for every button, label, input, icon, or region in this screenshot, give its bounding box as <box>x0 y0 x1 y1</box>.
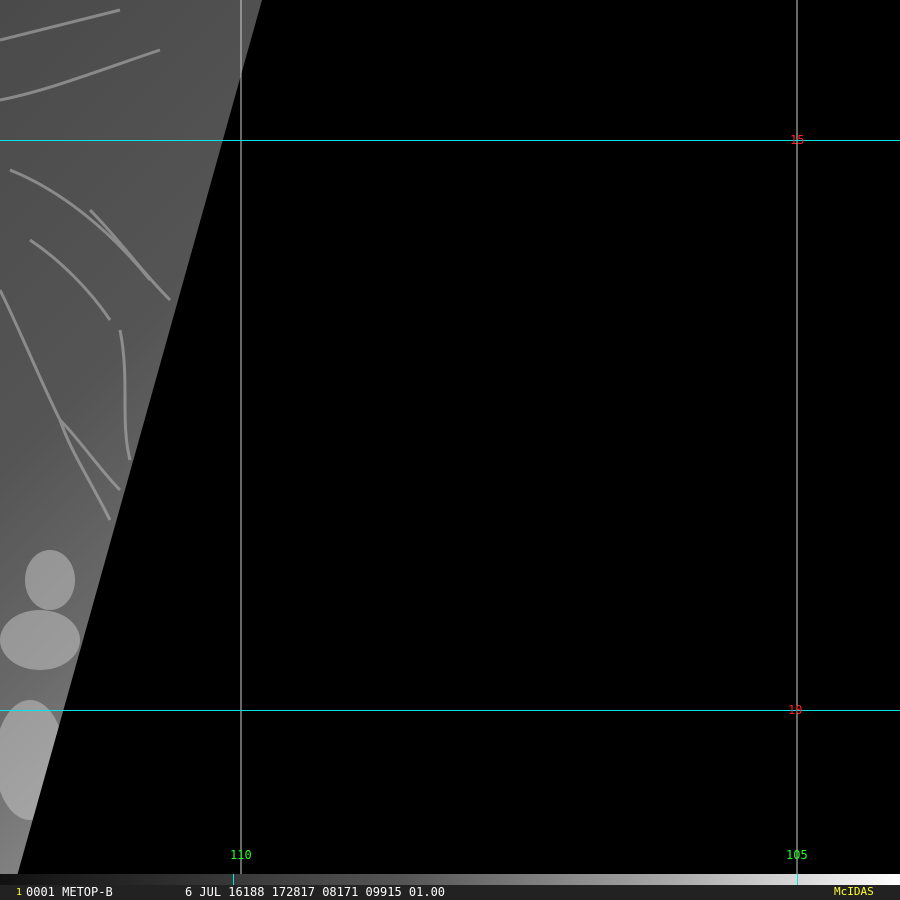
longitude-label-105: 105 <box>786 848 808 862</box>
latitude-label-15: 15 <box>790 133 805 147</box>
frame-number: 1 <box>16 887 23 898</box>
grayscale-bar <box>0 874 900 885</box>
status-bar: 1 0001 METOP-B 6 JUL 16188 172817 08171 … <box>0 885 900 900</box>
longitude-label-110: 110 <box>230 848 252 862</box>
latitude-label-10: 10 <box>788 703 803 717</box>
mcidas-brand: McIDAS <box>834 885 874 898</box>
satellite-image-frame: 15 10 110 105 1 0001 METOP-B 6 JUL 16188… <box>0 0 900 900</box>
image-info-text: 0001 METOP-B 6 JUL 16188 172817 08171 09… <box>26 885 446 899</box>
satellite-imagery <box>0 0 900 874</box>
